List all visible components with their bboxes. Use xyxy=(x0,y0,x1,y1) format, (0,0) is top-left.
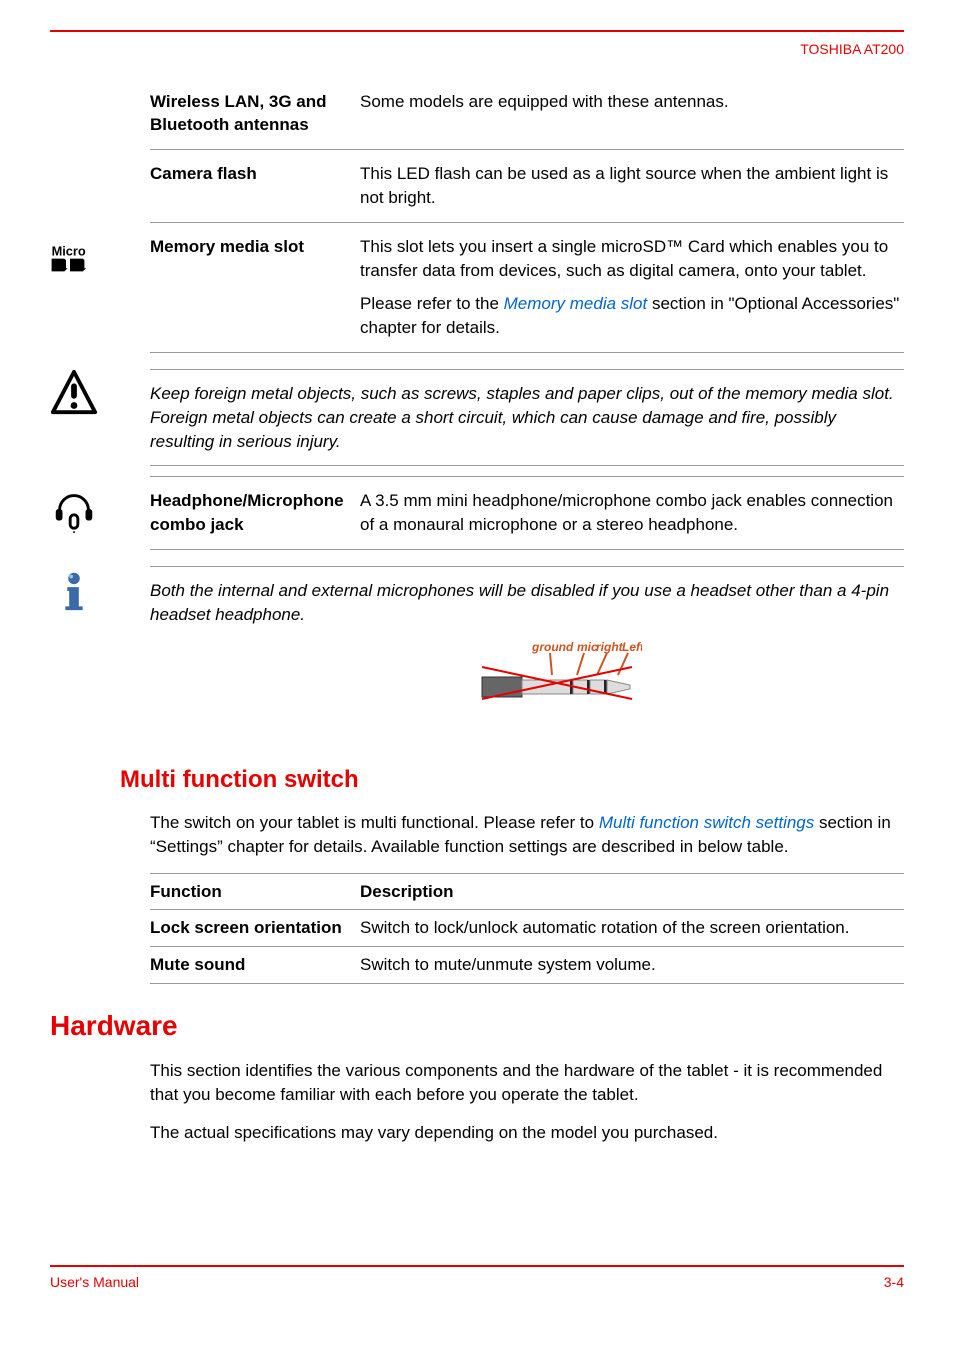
headset-plug-diagram: ground mic right Left xyxy=(150,637,904,714)
info-note-text: Both the internal and external microphon… xyxy=(150,579,904,627)
desc-memory-media-slot-2: Please refer to the Memory media slot se… xyxy=(360,292,904,340)
multi-function-switch-table: Function Description Lock screen orienta… xyxy=(150,873,904,984)
header-description: Description xyxy=(360,880,904,904)
svg-text:Micro: Micro xyxy=(52,243,86,258)
multi-function-switch-settings-link[interactable]: Multi function switch settings xyxy=(599,813,814,832)
desc-wireless-antennas: Some models are equipped with these ante… xyxy=(360,90,904,138)
label-wireless-antennas: Wireless LAN, 3G and Bluetooth antennas xyxy=(150,90,360,138)
desc-headphone-jack: A 3.5 mm mini headphone/microphone combo… xyxy=(360,489,904,537)
top-divider xyxy=(50,30,904,32)
caution-icon xyxy=(50,369,150,424)
svg-text:ground: ground xyxy=(531,640,574,654)
info-icon xyxy=(50,566,150,621)
header-function: Function xyxy=(150,880,360,904)
heading-multi-function-switch: Multi function switch xyxy=(120,763,904,797)
row-camera-flash: Camera flash This LED flash can be used … xyxy=(150,150,904,223)
hardware-paragraph-2: The actual specifications may vary depen… xyxy=(150,1121,904,1145)
headphone-mic-icon xyxy=(50,476,150,541)
micro-sd-icon: Micro xyxy=(50,223,150,288)
multi-switch-intro-prefix: The switch on your tablet is multi funct… xyxy=(150,813,599,832)
memory-media-slot-link[interactable]: Memory media slot xyxy=(504,294,648,313)
footer-page-number: 3-4 xyxy=(884,1273,904,1293)
table-row: Mute sound Switch to mute/unmute system … xyxy=(150,947,904,984)
product-name: TOSHIBA AT200 xyxy=(50,40,904,60)
label-headphone-jack: Headphone/Microphone combo jack xyxy=(150,489,360,537)
memslot-link-prefix: Please refer to the xyxy=(360,294,504,313)
cell-lock-screen-orientation: Lock screen orientation xyxy=(150,916,360,940)
svg-text:right: right xyxy=(596,640,624,654)
label-memory-media-slot: Memory media slot xyxy=(150,235,360,340)
label-camera-flash: Camera flash xyxy=(150,162,360,210)
cell-mute-sound-desc: Switch to mute/unmute system volume. xyxy=(360,953,904,977)
heading-hardware: Hardware xyxy=(50,1006,904,1045)
row-headphone-jack: Headphone/Microphone combo jack A 3.5 mm… xyxy=(150,476,904,550)
svg-text:mic: mic xyxy=(577,640,598,654)
table-header-row: Function Description xyxy=(150,873,904,911)
desc-memory-media-slot-1: This slot lets you insert a single micro… xyxy=(360,235,904,283)
hardware-paragraph-1: This section identifies the various comp… xyxy=(150,1059,904,1107)
page-footer: User's Manual 3-4 xyxy=(50,1265,904,1293)
row-wireless-antennas: Wireless LAN, 3G and Bluetooth antennas … xyxy=(150,78,904,151)
svg-text:Left: Left xyxy=(622,640,642,654)
cell-lock-screen-desc: Switch to lock/unlock automatic rotation… xyxy=(360,916,904,940)
cell-mute-sound: Mute sound xyxy=(150,953,360,977)
desc-camera-flash: This LED flash can be used as a light so… xyxy=(360,162,904,210)
table-row: Lock screen orientation Switch to lock/u… xyxy=(150,910,904,947)
caution-note-text: Keep foreign metal objects, such as scre… xyxy=(150,369,904,466)
row-memory-media-slot: Memory media slot This slot lets you ins… xyxy=(150,223,904,353)
footer-manual-title: User's Manual xyxy=(50,1273,139,1293)
